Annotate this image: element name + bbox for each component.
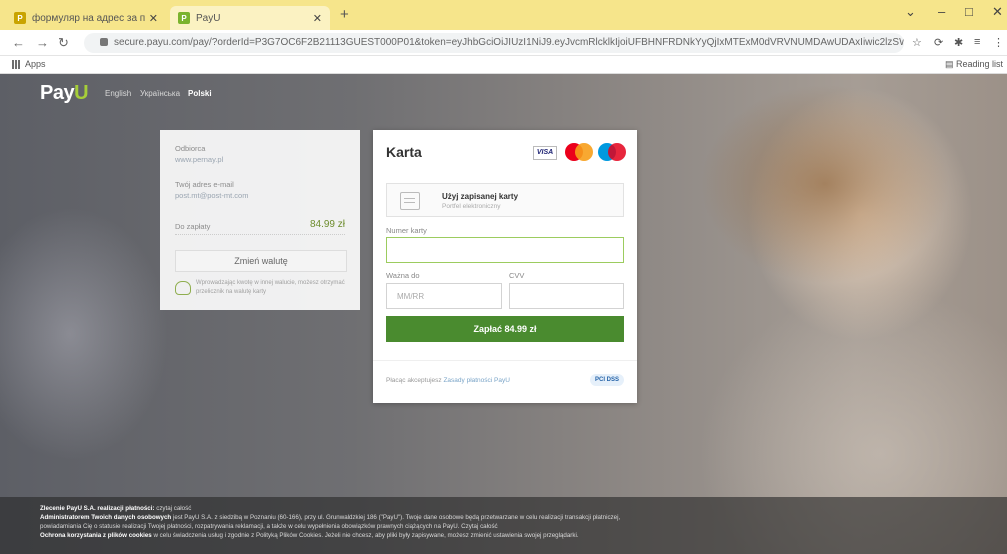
reading-list[interactable]: ▤ Reading list: [945, 59, 1003, 70]
reading-list-label: Reading list: [955, 59, 1003, 69]
tab-title: PayU: [196, 12, 221, 24]
saved-card-title: Użyj zapisanej karty: [442, 192, 519, 201]
menu-icon[interactable]: ⋮: [993, 36, 1004, 49]
url-field[interactable]: secure.payu.com/pay/?orderId=P3G7OC6F2B2…: [84, 33, 904, 53]
maximize-icon[interactable]: □: [965, 4, 973, 19]
extension-icon[interactable]: ⟳: [934, 36, 943, 49]
new-tab-icon[interactable]: +: [340, 6, 349, 23]
tab-close-icon[interactable]: ✕: [149, 12, 158, 25]
reload-icon[interactable]: ↻: [58, 35, 69, 51]
piggy-bank-icon: [175, 281, 191, 295]
terms-text: Płacąc akceptujesz Zasady płatności PayU: [386, 377, 510, 384]
forward-icon[interactable]: →: [36, 35, 49, 50]
payment-method-title: Karta: [386, 144, 422, 160]
expiry-input[interactable]: [386, 283, 502, 309]
apps-shortcut[interactable]: Apps: [12, 59, 46, 70]
footer-line: Administratorem Twoich danych osobowych …: [40, 513, 1007, 522]
close-window-icon[interactable]: ✕: [992, 4, 1003, 20]
amount-due-value: 84.99 zł: [309, 219, 345, 230]
email-label: Twój adres e-mail: [175, 180, 234, 189]
footer-line: Ochrona korzystania z plików cookies w c…: [40, 531, 1007, 540]
lang-english[interactable]: English: [105, 89, 131, 98]
cvv-label: CVV: [509, 271, 525, 280]
cvv-input[interactable]: [509, 283, 624, 309]
mastercard-icon: [575, 143, 593, 161]
maestro-icon: [608, 143, 626, 161]
browser-tab-bar: P формуляр на адрес за приемане ✕ P PayU…: [0, 0, 1007, 30]
footer-read-more-link[interactable]: czytaj całość: [155, 505, 191, 512]
order-summary: Odbiorca www.pernay.pl Twój adres e-mail…: [160, 130, 360, 310]
apps-icon: [12, 60, 21, 70]
minimize-icon[interactable]: –: [938, 4, 945, 19]
lock-icon: [100, 38, 108, 47]
tab-favicon-icon: P: [14, 12, 26, 24]
wallet-icon: [400, 192, 420, 210]
lang-polish[interactable]: Polski: [188, 89, 212, 98]
footer-text: jest PayU S.A. z siedzibą w Poznaniu (60…: [171, 514, 621, 521]
tab-search-icon[interactable]: ⌄: [905, 4, 916, 20]
card-number-input[interactable]: [386, 237, 624, 263]
recipient-label: Odbiorca: [175, 144, 206, 153]
pay-button[interactable]: Zapłać 84.99 zł: [386, 316, 624, 342]
legal-footer: Zlecenie PayU S.A. realizacji płatności:…: [0, 497, 1007, 554]
footer-line: powiadamiania Cię o statusie realizacji …: [40, 522, 1007, 531]
address-bar: ← → ↻ secure.payu.com/pay/?orderId=P3G7O…: [0, 30, 1007, 56]
tab-title: формуляр на адрес за приемане: [32, 12, 145, 24]
footer-text: powiadamiania Cię o statusie realizacji …: [40, 523, 498, 530]
puzzle-icon[interactable]: ✱: [954, 36, 963, 49]
card-payment-form: Karta VISA Użyj zapisanej karty Portfel …: [373, 130, 637, 403]
email-value: post.mt@post-mt.com: [175, 191, 249, 200]
back-icon[interactable]: ←: [12, 35, 25, 50]
footer-text: w celu świadczenia usług i zgodnie z Pol…: [151, 532, 579, 539]
footer-bold: Administratorem Twoich danych osobowych: [40, 514, 172, 521]
pci-dss-badge: PCI DSS: [590, 374, 624, 386]
change-currency-button[interactable]: Zmień walutę: [175, 250, 347, 272]
recipient-value: www.pernay.pl: [175, 155, 224, 164]
url-text: secure.payu.com/pay/?orderId=P3G7OC6F2B2…: [114, 37, 904, 48]
browser-tab-active[interactable]: P PayU ✕: [170, 6, 330, 30]
terms-prefix: Płacąc akceptujesz: [386, 377, 442, 384]
reading-mode-icon[interactable]: ≡: [974, 36, 980, 48]
saved-card-subtitle: Portfel elektroniczny: [442, 203, 501, 210]
footer-line: Zlecenie PayU S.A. realizacji płatności:…: [40, 504, 1007, 513]
divider: [373, 360, 637, 361]
terms-link[interactable]: Zasady płatności PayU: [443, 377, 509, 384]
footer-bold: Zlecenie PayU S.A. realizacji płatności:: [40, 505, 155, 512]
logo-accent: U: [74, 82, 89, 104]
bookmarks-bar: Apps ▤ Reading list: [0, 56, 1007, 74]
browser-tab-inactive[interactable]: P формуляр на адрес за приемане ✕: [6, 6, 166, 30]
card-number-label: Numer karty: [386, 226, 427, 235]
logo-text: Pay: [40, 82, 75, 104]
visa-icon: VISA: [533, 146, 557, 160]
background-photo: [700, 84, 950, 284]
tab-close-icon[interactable]: ✕: [313, 12, 322, 25]
footer-bold: Ochrona korzystania z plików cookies: [40, 532, 152, 539]
top-nav: PayU English Українська Polski: [0, 74, 1007, 114]
apps-label: Apps: [25, 59, 46, 69]
divider: [175, 234, 345, 235]
bookmark-star-icon[interactable]: ☆: [912, 36, 922, 49]
use-saved-card-button[interactable]: Użyj zapisanej karty Portfel elektronicz…: [386, 183, 624, 217]
amount-due-label: Do zapłaty: [175, 222, 211, 231]
currency-note: Wprowadzając kwotę w innej walucie, może…: [196, 280, 345, 295]
payu-logo[interactable]: PayU: [40, 82, 89, 105]
payu-favicon-icon: P: [178, 12, 190, 24]
expiry-label: Ważna do: [386, 271, 420, 280]
payu-page: PayU English Українська Polski Odbiorca …: [0, 74, 1007, 554]
lang-ukrainian[interactable]: Українська: [140, 89, 180, 98]
